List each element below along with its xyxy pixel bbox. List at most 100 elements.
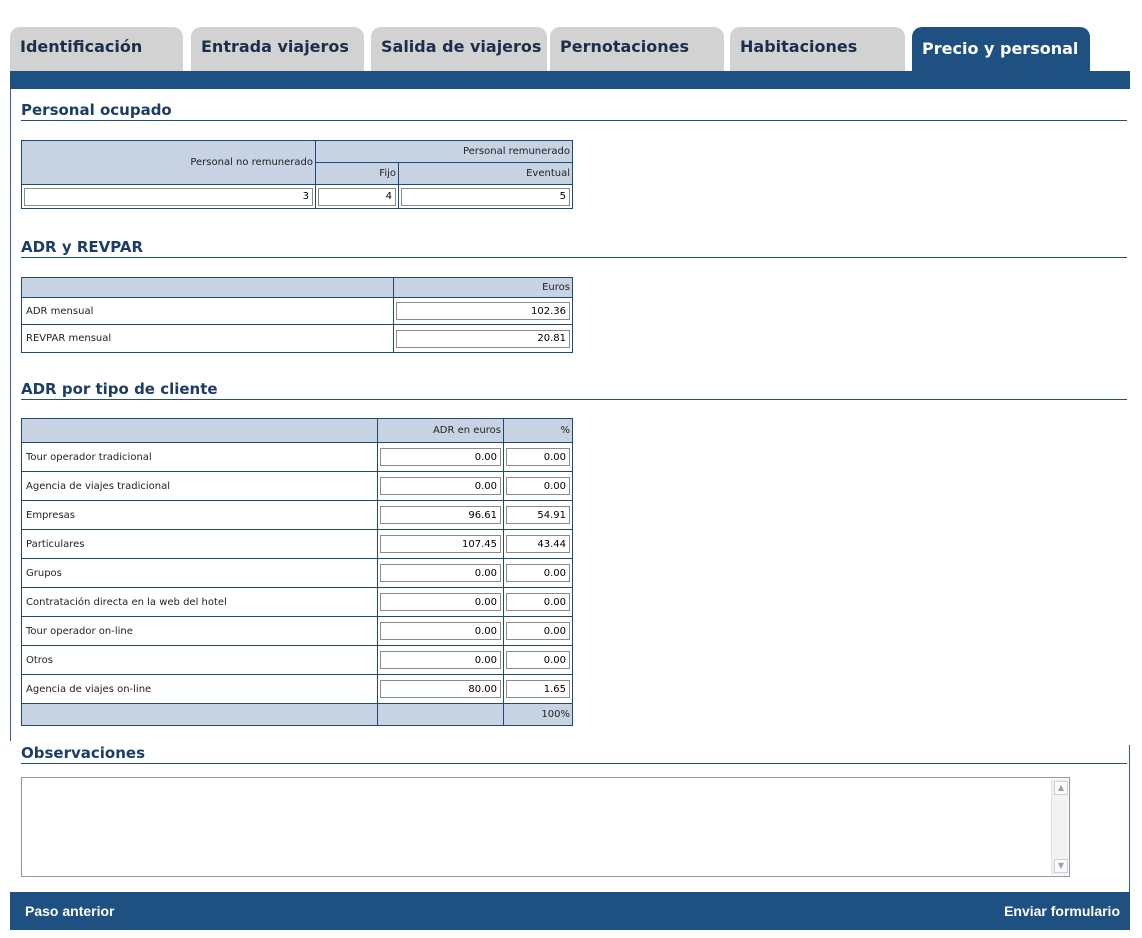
cliente-pct-input[interactable] bbox=[506, 593, 570, 611]
cliente-row-label: Particulares bbox=[21, 529, 378, 559]
cliente-row: Empresas bbox=[21, 500, 573, 530]
adr-revpar-table: Euros ADR mensual REVPAR mensual bbox=[21, 277, 573, 353]
cliente-pct-cell bbox=[503, 587, 573, 617]
row-label-revpar-mensual: REVPAR mensual bbox=[21, 324, 394, 353]
footer-empty bbox=[21, 703, 378, 726]
cliente-row-label: Contratación directa en la web del hotel bbox=[21, 587, 378, 617]
cliente-pct-input[interactable] bbox=[506, 448, 570, 466]
tab-entrada-viajeros[interactable]: Entrada viajeros bbox=[191, 27, 364, 71]
tab-salida-viajeros[interactable]: Salida de viajeros bbox=[371, 27, 547, 71]
cliente-pct-input[interactable] bbox=[506, 651, 570, 669]
header-fijo: Fijo bbox=[315, 162, 399, 185]
cliente-row: Tour operador on-line bbox=[21, 616, 573, 646]
cliente-pct-cell bbox=[503, 442, 573, 472]
cliente-pct-cell bbox=[503, 471, 573, 501]
cell-fijo bbox=[315, 184, 399, 209]
cliente-pct-input[interactable] bbox=[506, 535, 570, 553]
footer-bar: Paso anterior Enviar formulario bbox=[10, 892, 1130, 930]
cliente-row-label: Agencia de viajes on-line bbox=[21, 674, 378, 704]
cliente-adr-cell bbox=[377, 587, 504, 617]
cliente-adr-cell bbox=[377, 674, 504, 704]
cliente-adr-input[interactable] bbox=[380, 680, 501, 698]
cliente-adr-input[interactable] bbox=[380, 477, 501, 495]
header-empty bbox=[21, 277, 394, 298]
row-label-adr-mensual: ADR mensual bbox=[21, 297, 394, 325]
cliente-adr-input[interactable] bbox=[380, 448, 501, 466]
total-percent: 100% bbox=[503, 703, 573, 726]
cliente-pct-input[interactable] bbox=[506, 622, 570, 640]
cliente-adr-cell bbox=[377, 616, 504, 646]
cliente-row: Grupos bbox=[21, 558, 573, 588]
cliente-adr-cell bbox=[377, 471, 504, 501]
cell-eventual bbox=[398, 184, 573, 209]
cliente-pct-cell bbox=[503, 558, 573, 588]
frame-border-left bbox=[10, 89, 11, 741]
cliente-pct-cell bbox=[503, 500, 573, 530]
cliente-row-label: Agencia de viajes tradicional bbox=[21, 471, 378, 501]
cliente-row-label: Otros bbox=[21, 645, 378, 675]
cliente-row: Agencia de viajes tradicional bbox=[21, 471, 573, 501]
cliente-row-label: Grupos bbox=[21, 558, 378, 588]
scroll-up-icon[interactable]: ▲ bbox=[1054, 781, 1068, 795]
cliente-pct-cell bbox=[503, 645, 573, 675]
section-title-adr-cliente: ADR por tipo de cliente bbox=[21, 380, 1127, 400]
cliente-adr-input[interactable] bbox=[380, 593, 501, 611]
scrollbar[interactable]: ▲ ▼ bbox=[1051, 779, 1068, 875]
section-title-adr-revpar: ADR y REVPAR bbox=[21, 238, 1127, 258]
cliente-row: Particulares bbox=[21, 529, 573, 559]
cliente-pct-input[interactable] bbox=[506, 506, 570, 524]
enviar-formulario-button[interactable]: Enviar formulario bbox=[1004, 903, 1120, 919]
adr-cliente-table: ADR en euros % Tour operador tradicional… bbox=[21, 418, 573, 726]
cliente-pct-cell bbox=[503, 529, 573, 559]
fijo-input[interactable] bbox=[318, 187, 396, 206]
cliente-adr-input[interactable] bbox=[380, 506, 501, 524]
observaciones-textarea[interactable] bbox=[22, 778, 1052, 874]
cliente-row-label: Tour operador tradicional bbox=[21, 442, 378, 472]
header-euros: Euros bbox=[393, 277, 573, 298]
cell-adr-mensual bbox=[393, 297, 573, 325]
cliente-pct-cell bbox=[503, 674, 573, 704]
section-title-observaciones: Observaciones bbox=[21, 744, 1127, 764]
no-remunerado-input[interactable] bbox=[24, 187, 313, 206]
adr-mensual-input[interactable] bbox=[396, 302, 570, 320]
cliente-row-label: Empresas bbox=[21, 500, 378, 530]
cliente-pct-input[interactable] bbox=[506, 564, 570, 582]
observaciones-box: ▲ ▼ bbox=[21, 777, 1070, 877]
cliente-pct-input[interactable] bbox=[506, 477, 570, 495]
tab-identificacion[interactable]: Identificación bbox=[10, 27, 183, 71]
cliente-adr-input[interactable] bbox=[380, 651, 501, 669]
eventual-input[interactable] bbox=[401, 187, 570, 206]
cliente-row-label: Tour operador on-line bbox=[21, 616, 378, 646]
cliente-adr-cell bbox=[377, 645, 504, 675]
tab-habitaciones[interactable]: Habitaciones bbox=[730, 27, 905, 71]
tab-pernotaciones[interactable]: Pernotaciones bbox=[550, 27, 724, 71]
tab-underline-bar bbox=[10, 71, 1130, 89]
personal-table: Personal no remunerado Personal remunera… bbox=[21, 140, 573, 209]
paso-anterior-button[interactable]: Paso anterior bbox=[25, 903, 114, 919]
cliente-adr-cell bbox=[377, 500, 504, 530]
cliente-row: Tour operador tradicional bbox=[21, 442, 573, 472]
cliente-pct-cell bbox=[503, 616, 573, 646]
cliente-row: Otros bbox=[21, 645, 573, 675]
header-eventual: Eventual bbox=[398, 162, 573, 185]
revpar-mensual-input[interactable] bbox=[396, 329, 570, 348]
header-empty bbox=[21, 418, 378, 443]
header-percent: % bbox=[503, 418, 573, 443]
cliente-pct-input[interactable] bbox=[506, 680, 570, 698]
cell-no-remunerado bbox=[21, 184, 316, 209]
cliente-adr-input[interactable] bbox=[380, 622, 501, 640]
cliente-adr-input[interactable] bbox=[380, 535, 501, 553]
footer-empty bbox=[377, 703, 504, 726]
header-adr-euros: ADR en euros bbox=[377, 418, 504, 443]
cliente-row: Agencia de viajes on-line bbox=[21, 674, 573, 704]
frame-border-right bbox=[1129, 745, 1130, 892]
header-personal-no-remunerado: Personal no remunerado bbox=[21, 140, 316, 185]
cliente-adr-cell bbox=[377, 529, 504, 559]
cliente-row: Contratación directa en la web del hotel bbox=[21, 587, 573, 617]
tab-precio-personal[interactable]: Precio y personal bbox=[912, 27, 1090, 71]
header-personal-remunerado: Personal remunerado bbox=[315, 140, 573, 163]
section-title-personal: Personal ocupado bbox=[21, 101, 1127, 121]
cliente-adr-cell bbox=[377, 442, 504, 472]
cliente-adr-input[interactable] bbox=[380, 564, 501, 582]
scroll-down-icon[interactable]: ▼ bbox=[1054, 859, 1068, 873]
